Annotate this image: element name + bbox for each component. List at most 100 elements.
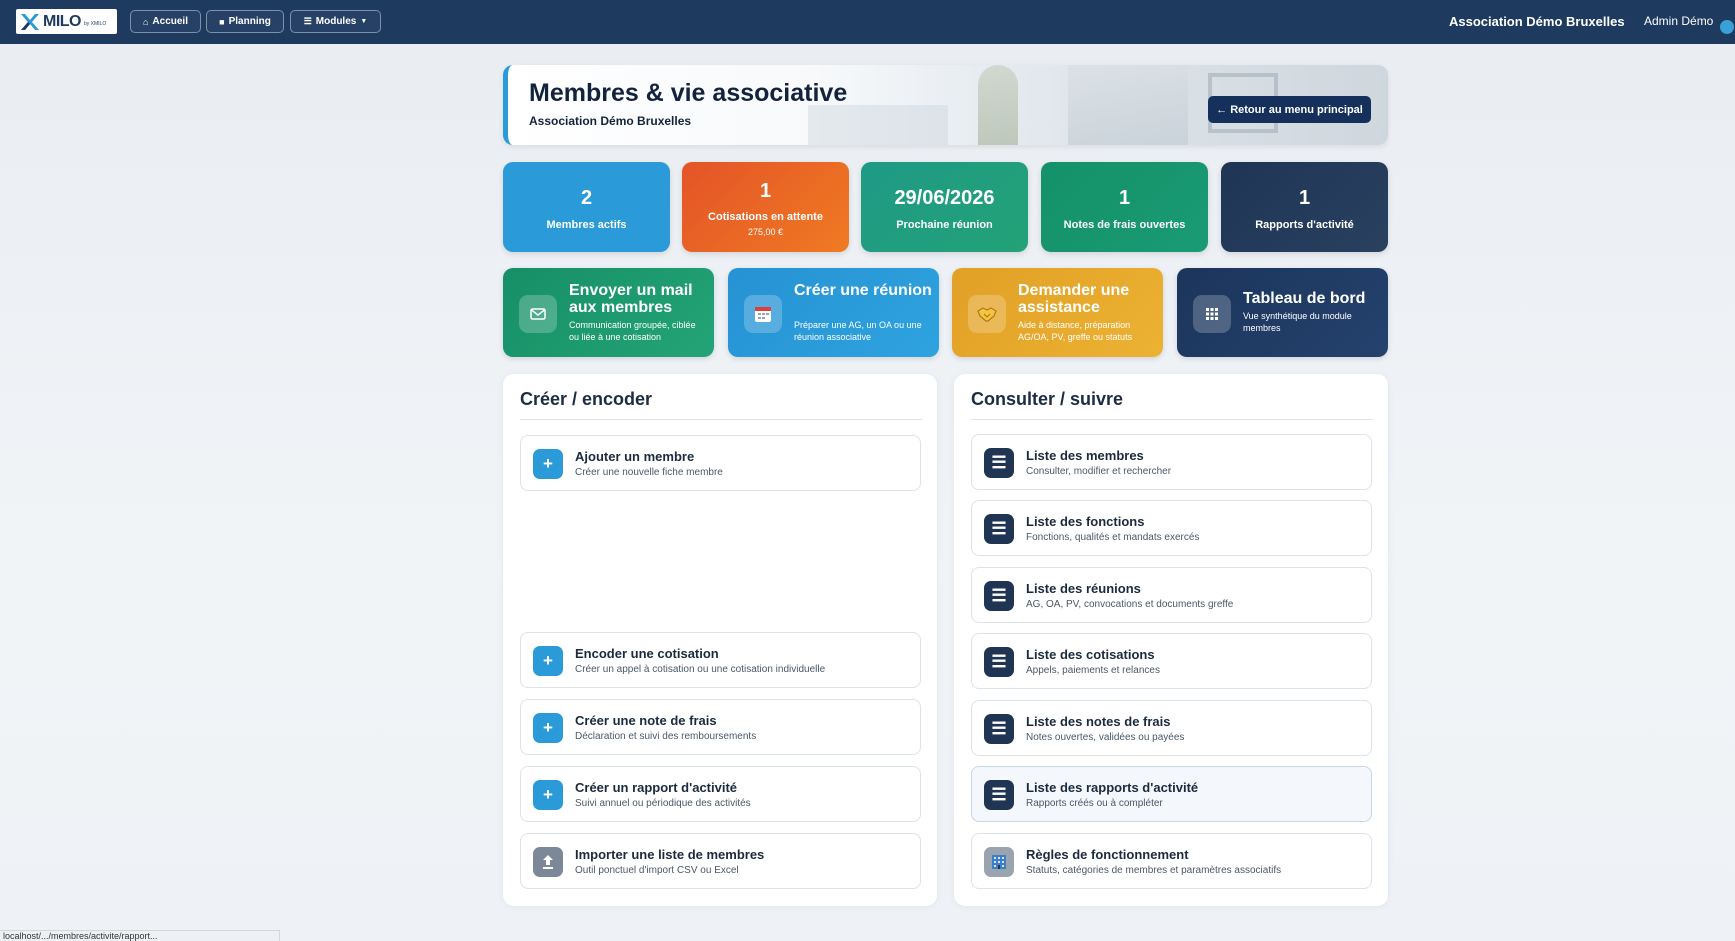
action-description: Vue synthétique du module membres [1243,311,1352,333]
stat-value: 2 [580,187,593,209]
stat-value: 1 [1298,187,1311,209]
action-title: Envoyer un mail aux membres [569,282,693,316]
logo-subtext: by XMILO [84,21,107,27]
nav-planning-label: Planning [228,16,271,27]
stat-label: Membres actifs [546,219,627,231]
item-title: Liste des cotisations [1026,647,1155,662]
list-item-expense-notes-list[interactable]: ☰ Liste des notes de frais Notes ouverte… [971,700,1372,756]
building-icon [984,847,1014,877]
banner-wall-image [1068,65,1188,145]
item-description: AG, OA, PV, convocations et documents gr… [1026,599,1234,610]
action-title: Demander une assistance [1018,282,1130,316]
action-send-mail-members[interactable]: Envoyer un mail aux membres Communicatio… [503,268,714,357]
stat-label: Rapports d'activité [1255,219,1354,231]
stat-card-active-members[interactable]: 2 Membres actifs [503,162,670,252]
item-title: Liste des rapports d'activité [1026,780,1199,795]
list-item-encode-dues[interactable]: + Encoder une cotisation Créer un appel … [520,632,921,688]
item-description: Déclaration et suivi des remboursements [575,731,757,742]
banner-plant-image [978,65,1018,145]
item-title: Créer un rapport d'activité [575,780,738,795]
grid-icon [1193,295,1231,333]
stat-card-activity-reports[interactable]: 1 Rapports d'activité [1221,162,1388,252]
panel-consult-follow: Consulter / suivre ☰ Liste des membres C… [954,374,1388,906]
item-description: Rapports créés ou à compléter [1026,798,1163,809]
list-icon: ☰ [984,581,1014,611]
user-status-dot[interactable] [1720,20,1734,34]
milo-x-icon [19,12,41,32]
item-description: Suivi annuel ou périodique des activités [575,798,751,809]
list-item-add-member[interactable]: + Ajouter un membre Créer une nouvelle f… [520,435,921,491]
browser-status-bar: localhost/.../membres/activite/rapport..… [0,930,280,941]
item-title: Ajouter un membre [575,449,695,464]
page-header-banner: Membres & vie associative Association Dé… [503,65,1388,145]
item-description: Statuts, catégories de membres et paramè… [1026,865,1282,876]
panel-divider [971,419,1373,420]
list-item-create-expense-note[interactable]: + Créer une note de frais Déclaration et… [520,699,921,755]
action-description: Communication groupée, ciblée ou liée à … [569,320,696,342]
item-description: Outil ponctuel d'import CSV ou Excel [575,865,739,876]
list-item-create-activity-report[interactable]: + Créer un rapport d'activité Suivi annu… [520,766,921,822]
panel-create-encode: Créer / encoder + Ajouter un membre Crée… [503,374,937,906]
item-title: Liste des notes de frais [1026,714,1171,729]
calendar-icon [744,295,782,333]
stat-card-next-meeting[interactable]: 29/06/2026 Prochaine réunion [861,162,1028,252]
list-item-import-members[interactable]: Importer une liste de membres Outil ponc… [520,833,921,889]
plus-icon: + [533,713,563,743]
top-navbar: MILO by XMILO ⌂ Accueil ■ Planning ☰ Mod… [0,0,1735,44]
organization-name: Association Démo Bruxelles [1449,14,1625,29]
nav-home-button[interactable]: ⌂ Accueil [130,10,201,33]
item-title: Règles de fonctionnement [1026,847,1189,862]
stat-sub-amount: 275,00 € [747,227,784,237]
nav-modules-dropdown[interactable]: ☰ Modules ▼ [290,10,381,33]
user-menu[interactable]: Admin Démo [1644,14,1713,28]
list-item-operating-rules[interactable]: Règles de fonctionnement Statuts, catégo… [971,833,1372,889]
list-item-meetings-list[interactable]: ☰ Liste des réunions AG, OA, PV, convoca… [971,567,1372,623]
back-to-main-menu-button[interactable]: ← Retour au menu principal [1208,96,1371,123]
stat-card-pending-dues[interactable]: 1 Cotisations en attente 275,00 € [682,162,849,252]
stat-label: Prochaine réunion [896,219,993,231]
stat-label: Cotisations en attente [708,211,823,223]
milo-logo[interactable]: MILO by XMILO [16,9,117,34]
stat-value: 29/06/2026 [894,187,995,209]
action-create-meeting[interactable]: Créer une réunion Préparer une AG, un OA… [728,268,939,357]
logo-text: MILO [43,12,82,30]
list-icon: ☰ [984,448,1014,478]
mail-icon [519,295,557,333]
plus-icon: + [533,646,563,676]
item-description: Consulter, modifier et rechercher [1026,466,1172,477]
nav-modules-label: Modules [315,16,357,27]
action-title: Créer une réunion [794,282,932,299]
stat-card-open-expense-notes[interactable]: 1 Notes de frais ouvertes [1041,162,1208,252]
item-description: Créer un appel à cotisation ou une cotis… [575,664,826,675]
action-dashboard[interactable]: Tableau de bord Vue synthétique du modul… [1177,268,1388,357]
action-description: Aide à distance, préparation AG/OA, PV, … [1018,320,1133,342]
planning-icon: ■ [219,16,225,27]
menu-icon: ☰ [303,16,312,26]
stat-value: 1 [759,180,772,202]
item-description: Notes ouvertes, validées ou payées [1026,732,1185,743]
list-icon: ☰ [984,647,1014,677]
chevron-down-icon: ▼ [360,18,368,25]
action-title: Tableau de bord [1243,290,1366,307]
stat-label: Notes de frais ouvertes [1063,219,1186,231]
item-description: Créer une nouvelle fiche membre [575,467,723,478]
item-title: Liste des réunions [1026,581,1141,596]
home-icon: ⌂ [142,16,149,27]
plus-icon: + [533,780,563,810]
action-request-assistance[interactable]: Demander une assistance Aide à distance,… [952,268,1163,357]
list-icon: ☰ [984,780,1014,810]
upload-icon [533,847,563,877]
item-description: Appels, paiements et relances [1026,665,1160,676]
list-item-members-list[interactable]: ☰ Liste des membres Consulter, modifier … [971,434,1372,490]
plus-icon: + [533,449,563,479]
nav-home-label: Accueil [152,16,188,27]
item-description: Fonctions, qualités et mandats exercés [1026,532,1200,543]
action-description: Préparer une AG, un OA ou une réunion as… [794,320,922,342]
list-item-dues-list[interactable]: ☰ Liste des cotisations Appels, paiement… [971,633,1372,689]
page-title: Membres & vie associative [529,79,848,107]
list-item-activity-reports-list[interactable]: ☰ Liste des rapports d'activité Rapports… [971,766,1372,822]
nav-planning-button[interactable]: ■ Planning [206,10,284,33]
item-title: Encoder une cotisation [575,646,719,661]
panel-title: Créer / encoder [520,389,653,409]
list-item-functions-list[interactable]: ☰ Liste des fonctions Fonctions, qualité… [971,500,1372,556]
